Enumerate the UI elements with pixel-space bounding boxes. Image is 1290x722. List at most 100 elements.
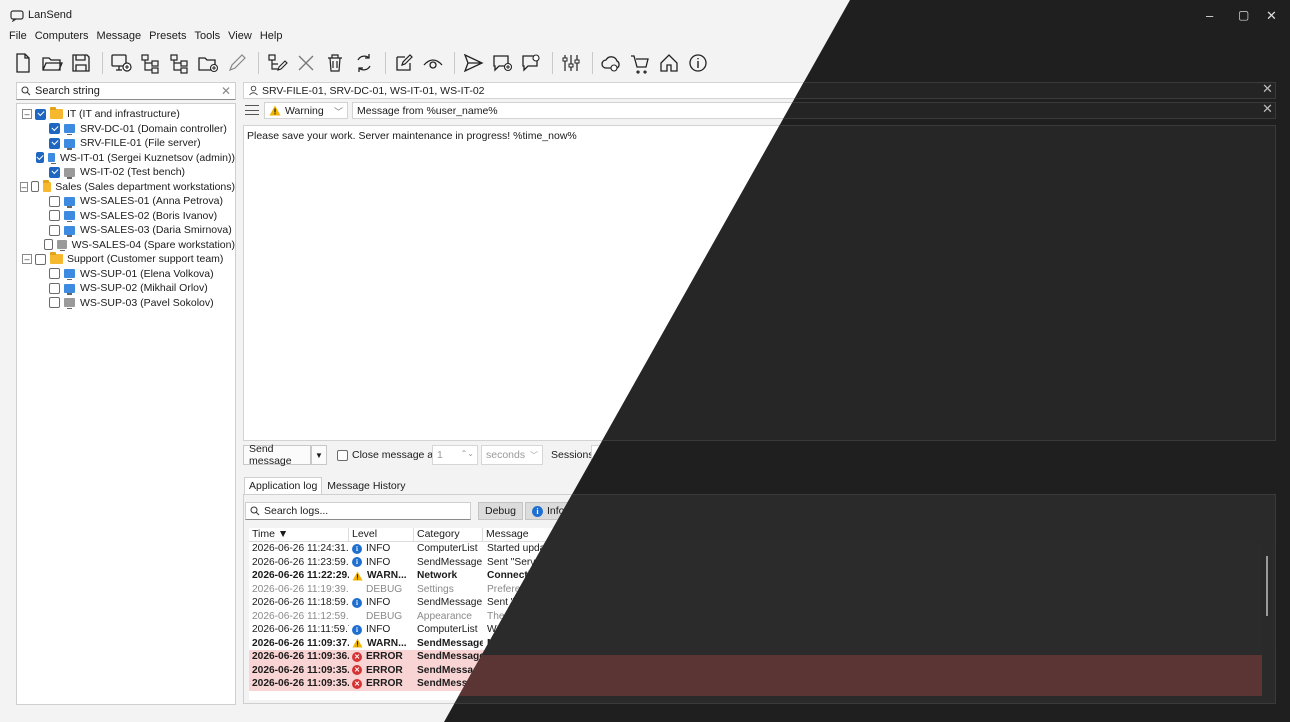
tree-checkbox[interactable] — [49, 123, 60, 135]
message-body-editor[interactable]: Please save your work. Server maintenanc… — [243, 125, 1276, 441]
add-computer-button[interactable] — [108, 50, 134, 76]
send-button[interactable] — [460, 50, 486, 76]
send-message-button[interactable]: Send message — [243, 443, 311, 467]
filter-fatal-button[interactable]: Fatal — [695, 502, 748, 520]
filter-all-button[interactable]: ✓ All — [750, 502, 788, 520]
log-row[interactable]: 2026-06-26 11:19:39.715 DEBUG Settings Pref… — [249, 583, 1274, 597]
tree-item[interactable]: WS-IT-01 (Sergei Kuznetsov (admin)) — [17, 151, 235, 166]
log-row[interactable]: 2026-06-26 11:09:35... ✕ ERROR SendMessage W… — [249, 677, 1274, 691]
recipients-field[interactable]: SRV-FILE-01, SRV-DC-01, WS-IT-01, WS-IT-… — [243, 82, 1276, 99]
tab-application-log[interactable]: Application log — [244, 477, 323, 495]
log-row[interactable]: 2026-06-26 11:09:35... ✕ ERROR SendMessage W… — [249, 663, 1274, 677]
computer-search-box[interactable]: Search string ✕ — [16, 82, 236, 100]
tree-checkbox[interactable] — [49, 297, 60, 309]
new-file-button[interactable] — [10, 50, 36, 76]
info-button[interactable] — [685, 50, 711, 76]
tree-group[interactable]: – IT (IT and infrastructure) — [17, 107, 235, 122]
log-row[interactable]: 2026-06-26 11:12:59.715 DEBUG Appearance Th… — [249, 610, 1274, 624]
tree-checkbox[interactable] — [49, 224, 60, 236]
log-row[interactable]: 2026-06-26 11:24:31.715i INFO ComputerList… — [249, 542, 1274, 556]
edit-button[interactable] — [224, 50, 250, 76]
tree-checkbox[interactable] — [35, 253, 46, 265]
clear-subject-icon[interactable]: ✕ — [1260, 103, 1271, 119]
open-folder-button[interactable] — [39, 50, 65, 76]
log-row[interactable]: 2026-06-26 11:11:59.715i INFO ComputerList… — [249, 623, 1274, 637]
log-row[interactable]: 2026-06-26 11:09:36... ✕ ERROR SendMessage W… — [249, 650, 1274, 664]
subject-field[interactable]: Message from %user_name% ✕ — [352, 102, 1276, 119]
tree-checkbox[interactable] — [49, 210, 60, 222]
tree-item[interactable]: WS-IT-02 (Test bench) — [17, 165, 235, 180]
tree-item[interactable]: WS-SUP-03 (Pavel Sokolov) — [17, 296, 235, 311]
category-select[interactable]: All categories ﹀ — [851, 502, 960, 520]
tree-checkbox[interactable] — [49, 195, 60, 207]
filter-warning-button[interactable]: Warning — [573, 502, 640, 520]
clear-search-icon[interactable]: ✕ — [221, 84, 231, 98]
menu-hamburger-icon[interactable] — [245, 104, 259, 116]
tab-message-history[interactable]: Message History — [322, 477, 410, 495]
sessions-select[interactable]: All sessions ﹀ — [591, 445, 731, 465]
cart-button[interactable] — [627, 50, 653, 76]
tree-group[interactable]: – Support (Customer support team) — [17, 252, 235, 267]
presets-button[interactable] — [558, 50, 584, 76]
tree-item[interactable]: SRV-DC-01 (Domain controller) — [17, 122, 235, 137]
menu-view[interactable]: View — [227, 30, 253, 46]
collapse-icon[interactable]: – — [22, 254, 32, 265]
tree-item[interactable]: WS-SALES-01 (Anna Petrova) — [17, 194, 235, 209]
refresh-button[interactable] — [351, 50, 377, 76]
cloud-button[interactable] — [598, 50, 624, 76]
filter-debug-button[interactable]: Debug — [478, 502, 523, 520]
log-row[interactable]: 2026-06-26 11:23:59.715i INFO SendMessage S… — [249, 556, 1274, 570]
delete-button[interactable] — [293, 50, 319, 76]
tree-checkbox[interactable] — [49, 137, 60, 149]
tree-checkbox[interactable] — [36, 152, 45, 164]
tree-checkbox[interactable] — [49, 166, 60, 178]
compose-button[interactable] — [391, 50, 417, 76]
log-row[interactable]: 2026-06-26 11:22:29... WARN... Network Conn… — [249, 569, 1274, 583]
tree-edit-button[interactable] — [264, 50, 290, 76]
tree-item[interactable]: WS-SALES-04 (Spare workstation) — [17, 238, 235, 253]
scroll-thumb[interactable] — [1268, 556, 1270, 616]
clear-recipients-icon[interactable]: ✕ — [1260, 83, 1271, 99]
trash-button[interactable] — [322, 50, 348, 76]
tree-item[interactable]: WS-SUP-01 (Elena Volkova) — [17, 267, 235, 282]
column-message[interactable]: Message — [483, 528, 1274, 541]
add-message-button[interactable] — [489, 50, 515, 76]
tree-checkbox[interactable] — [49, 268, 60, 280]
preview-button[interactable] — [420, 50, 446, 76]
column-category[interactable]: Category — [414, 528, 483, 541]
menu-tools[interactable]: Tools — [193, 30, 221, 46]
close-after-checkbox[interactable] — [337, 449, 348, 461]
menu-file[interactable]: File — [8, 30, 28, 46]
scroll-down-icon[interactable]: ▼ — [1266, 692, 1272, 698]
log-search-input[interactable]: Search logs... — [264, 505, 328, 517]
tree-item[interactable]: WS-SALES-03 (Daria Smirnova) — [17, 223, 235, 238]
scroll-up-icon[interactable]: ▲ — [1266, 544, 1272, 550]
log-row[interactable]: 2026-06-26 11:09:37... WARN... SendMessage… — [249, 637, 1274, 651]
time-unit-select[interactable]: seconds ﹀ — [481, 445, 543, 465]
tree-item[interactable]: WS-SUP-02 (Mikhail Orlov) — [17, 281, 235, 296]
tree-checkbox[interactable] — [49, 282, 60, 294]
home-button[interactable] — [656, 50, 682, 76]
collapse-icon[interactable]: – — [20, 181, 28, 192]
spinner-icon[interactable]: ⌃⌄ — [461, 449, 474, 458]
send-options-dropdown[interactable]: ▼ — [311, 445, 327, 465]
menu-presets[interactable]: Presets — [148, 30, 187, 46]
add-folder-button[interactable] — [195, 50, 221, 76]
column-level[interactable]: Level — [349, 528, 414, 541]
column-time[interactable]: Time ▼ — [249, 528, 349, 541]
collapse-icon[interactable]: – — [22, 109, 32, 120]
tree-item[interactable]: SRV-FILE-01 (File server) — [17, 136, 235, 151]
log-row[interactable]: 2026-06-26 11:18:59.715i INFO SendMessage S… — [249, 596, 1274, 610]
tree-group[interactable]: – Sales (Sales department workstations) — [17, 179, 235, 195]
message-settings-button[interactable] — [518, 50, 544, 76]
tree-checkbox[interactable] — [35, 108, 46, 120]
log-search-box[interactable]: Search logs... — [245, 502, 471, 520]
tree-checkbox[interactable] — [43, 239, 54, 251]
tree-item[interactable]: WS-SALES-02 (Boris Ivanov) — [17, 209, 235, 224]
filter-info-button[interactable]: i Info — [524, 502, 572, 520]
network-tree-alt-button[interactable] — [166, 50, 192, 76]
menu-help[interactable]: Help — [259, 30, 284, 46]
menu-message[interactable]: Message — [96, 30, 143, 46]
filter-error-button[interactable]: ✕ Error — [642, 502, 692, 520]
network-tree-button[interactable] — [137, 50, 163, 76]
